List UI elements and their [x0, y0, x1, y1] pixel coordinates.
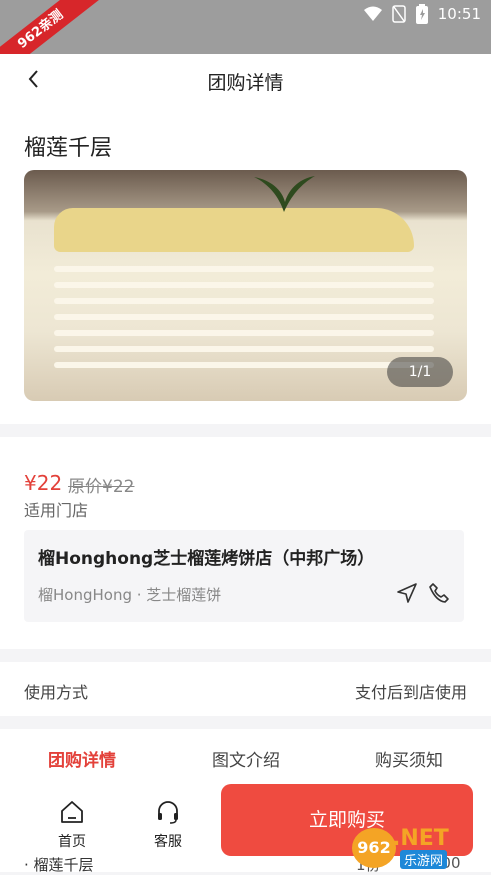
tab-description[interactable]: 图文介绍 — [176, 746, 316, 771]
page-title: 团购详情 — [207, 72, 284, 94]
store-card[interactable]: 榴Honghong芝士榴莲烤饼店（中邦广场） 榴HongHong · 芝士榴莲饼 — [24, 530, 464, 622]
watermark-logo: 962 .NET 乐游网 — [352, 826, 486, 870]
herb-garnish-icon — [254, 176, 315, 212]
home-icon — [61, 801, 83, 823]
watermark-net: .NET — [392, 826, 449, 851]
cake-topping — [54, 208, 414, 252]
store-subtitle: 榴HongHong · 芝士榴莲饼 — [38, 586, 222, 604]
navigation-icon[interactable] — [396, 582, 418, 604]
headset-icon — [158, 801, 178, 824]
status-icons: 10:51 — [363, 4, 481, 24]
watermark-badge: 962 — [352, 828, 396, 868]
product-section: 榴莲千层 1/1 — [0, 106, 491, 424]
watermark-cn: 乐游网 — [400, 850, 448, 869]
product-name: 榴莲千层 — [24, 136, 113, 161]
tab-deal-details[interactable]: 团购详情 — [12, 746, 152, 771]
battery-icon — [415, 4, 428, 24]
detail-tabs: 团购详情 图文介绍 购买须知 — [0, 729, 491, 789]
current-price: ¥22 — [24, 471, 63, 495]
no-sim-icon — [392, 5, 406, 23]
tab-purchase-notes[interactable]: 购买须知 — [339, 746, 479, 771]
usage-value: 支付后到店使用 — [354, 683, 467, 702]
usage-label: 使用方式 — [24, 683, 89, 702]
page-header: 团购详情 — [0, 54, 491, 106]
home-button[interactable]: 首页 — [40, 799, 104, 851]
phone-icon[interactable] — [428, 582, 450, 604]
original-price: 原价¥22 — [68, 477, 135, 497]
product-image[interactable]: 1/1 — [24, 170, 467, 401]
store-name: 榴Honghong芝士榴莲烤饼店（中邦广场） — [38, 549, 375, 569]
wifi-icon — [363, 6, 382, 21]
status-bar: 962亲测 10:51 — [0, 0, 491, 86]
customer-service-button[interactable]: 客服 — [136, 799, 200, 851]
stores-label: 适用门店 — [24, 501, 89, 520]
price-section: ¥22 原价¥22 适用门店 榴Honghong芝士榴莲烤饼店（中邦广场） 榴H… — [0, 437, 491, 649]
home-label: 首页 — [58, 834, 86, 850]
status-time: 10:51 — [437, 5, 481, 23]
image-counter: 1/1 — [387, 357, 453, 387]
usage-row: 使用方式 支付后到店使用 — [0, 662, 491, 716]
service-label: 客服 — [154, 834, 182, 850]
